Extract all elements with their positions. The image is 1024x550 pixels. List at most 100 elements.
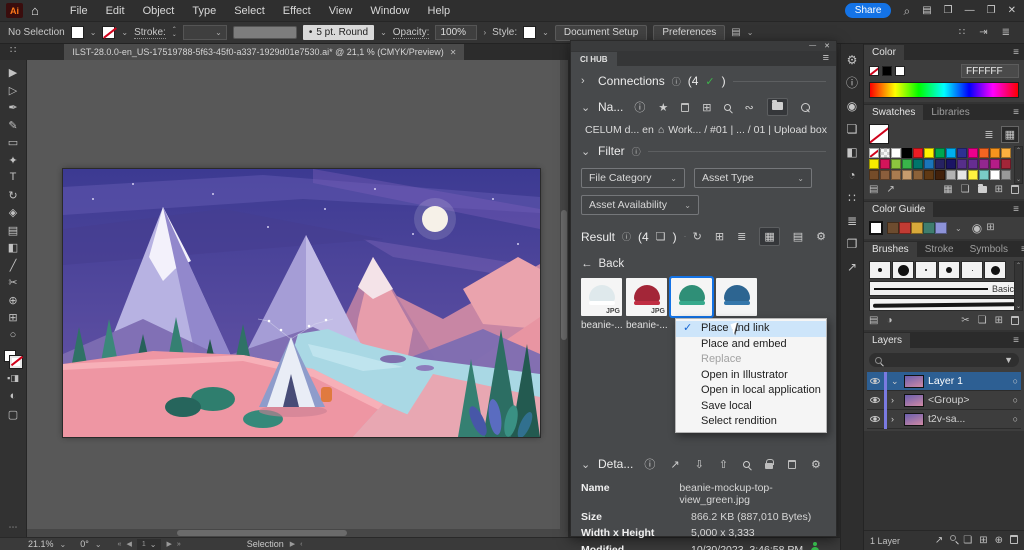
favorites-icon[interactable]: ★ [658,101,668,114]
swatch-list-view-icon[interactable]: ≣ [981,127,996,142]
brush-cell[interactable] [938,261,960,279]
tab-libraries[interactable]: Libraries [923,105,977,120]
layer-name[interactable]: Layer 1 [928,375,963,387]
next-artboard-icon[interactable]: ▶ [166,540,171,548]
color-swatch[interactable] [957,148,967,158]
color-swatch[interactable] [913,170,923,180]
panel-icon[interactable]: ◉ [847,100,857,112]
context-menu-item[interactable]: Open in Illustrator [676,368,826,384]
context-menu-item[interactable]: Save local [676,399,826,415]
tab-stroke[interactable]: Stroke [917,242,962,257]
tool-icon[interactable]: ⊕ [8,294,17,307]
color-swatch[interactable] [1001,159,1011,169]
tool-icon[interactable]: ✦ [8,154,17,167]
color-swatch[interactable] [968,159,978,169]
swatches-scrollbar[interactable]: ⌃⌄ [1014,146,1023,184]
menu-item[interactable]: Type [183,5,225,17]
tool-icon[interactable]: ✒ [8,101,17,114]
hex-value-field[interactable]: FFFFFF [961,64,1019,78]
color-swatch[interactable] [891,170,901,180]
tab-color[interactable]: Color [864,45,904,60]
restore-button[interactable]: ❐ [987,5,996,16]
context-menu-item[interactable]: Place and embed [676,337,826,353]
color-swatch[interactable] [913,148,923,158]
swatch-themes-icon[interactable]: ↗ [886,184,894,195]
stroke-stepper[interactable]: ⌃⌄ [172,28,177,38]
list-view-icon[interactable]: ≣ [737,230,746,243]
brush-cell[interactable] [869,261,891,279]
locate-object-icon[interactable] [950,535,956,541]
details-info-icon[interactable]: ⓘ [644,456,655,472]
collect-export-icon[interactable]: ↗ [935,535,943,546]
fill-chevron-icon[interactable]: ⌄ [90,28,97,37]
first-artboard-icon[interactable]: « [118,541,122,548]
delete-brush-icon[interactable] [1011,316,1019,325]
refresh-icon[interactable]: ↻ [693,230,702,243]
tab-brushes[interactable]: Brushes [864,242,917,257]
swatch-options-icon[interactable]: ❏ [961,184,970,195]
quick-search-icon[interactable] [724,104,731,111]
download-icon[interactable]: ⇩ [695,458,704,471]
panel-icon[interactable]: ∷ [848,192,856,204]
tool-icon[interactable]: ⊞ [8,311,17,324]
color-swatch[interactable] [935,148,945,158]
delete-icon[interactable] [788,460,796,469]
arrange-icon[interactable]: ❒ [944,5,953,16]
canvas-area[interactable] [27,60,568,537]
color-swatch[interactable] [1001,170,1011,180]
file-category-dropdown[interactable]: File Category ⌄ [581,168,685,188]
document-tab[interactable]: ILST-28.0.0-en_US-17519788-5f63-45f0-a33… [64,44,464,60]
draw-mode-icon[interactable]: ◐ [10,390,17,403]
search-icon[interactable] [801,103,810,112]
harmony-swatch[interactable] [935,222,947,234]
color-swatch[interactable] [979,148,989,158]
white-swatch[interactable] [895,66,905,76]
new-brush-icon[interactable]: ⊞ [995,315,1003,326]
harmony-swatch[interactable] [899,222,911,234]
vertical-scrollbar[interactable] [560,60,568,529]
connections-section[interactable]: › Connections ⓘ (4 ✓ ) [581,74,826,88]
color-swatch[interactable] [891,159,901,169]
basic-brush-row[interactable]: Basic [869,281,1019,296]
horizontal-scrollbar[interactable] [27,529,568,537]
layers-menu-icon[interactable]: ≡ [1008,335,1024,348]
breadcrumb[interactable]: CELUM d... en ⌂ Work... / #01 | ... / 01… [581,124,826,136]
panel-icon[interactable]: ≣ [847,215,857,227]
layer-row[interactable]: ⌄ Layer 1 ○ [867,372,1021,391]
scroll-up-icon[interactable]: ⌃ [1016,147,1021,154]
upload-icon[interactable]: ⇧ [719,458,728,471]
layer-expander-icon[interactable]: › [891,395,900,405]
filter-info-icon[interactable]: ⓘ [632,145,641,158]
home-crumb-icon[interactable]: ⌂ [658,124,664,136]
back-button[interactable]: ← Back [581,258,826,270]
color-swatch[interactable] [902,170,912,180]
nav-info-icon[interactable]: ⓘ [634,99,645,115]
asset-availability-dropdown[interactable]: Asset Availability ⌄ [581,195,699,215]
tool-icon[interactable]: ▶ [9,66,17,79]
close-document-icon[interactable]: ✕ [450,48,457,57]
stroke-label[interactable]: Stroke: [134,27,166,39]
color-swatch[interactable] [902,148,912,158]
color-swatch[interactable] [869,159,879,169]
layer-name[interactable]: t2v-sa... [928,413,965,425]
fill-swatch[interactable] [71,26,84,39]
panel-collapse-icon[interactable]: — [809,42,816,51]
color-swatch[interactable] [990,148,1000,158]
layer-target-icon[interactable]: ○ [1013,414,1018,424]
home-icon[interactable]: ⌂ [31,3,39,18]
brush-cell[interactable] [892,261,914,279]
layer-target-icon[interactable]: ○ [1013,376,1018,386]
brushes-menu-icon[interactable]: ≡ [1016,244,1024,257]
result-settings-icon[interactable]: ⚙ [816,230,826,243]
scroll-down-icon[interactable]: ⌄ [1016,176,1021,183]
tab-color-guide[interactable]: Color Guide [864,202,933,217]
tool-icon[interactable]: ▭ [8,136,18,149]
context-menu-item[interactable]: Replace [676,352,826,368]
tool-icon[interactable]: ✎ [8,119,17,132]
share-button[interactable]: Share [845,3,892,18]
color-panel-menu-icon[interactable]: ≡ [1008,47,1024,60]
asset-thumbnail[interactable]: JPG [581,278,622,316]
new-swatch-icon[interactable]: ⊞ [995,184,1003,195]
new-color-group-icon[interactable]: ▦ [943,184,952,195]
color-wheel-icon[interactable]: ◉ [972,222,982,234]
